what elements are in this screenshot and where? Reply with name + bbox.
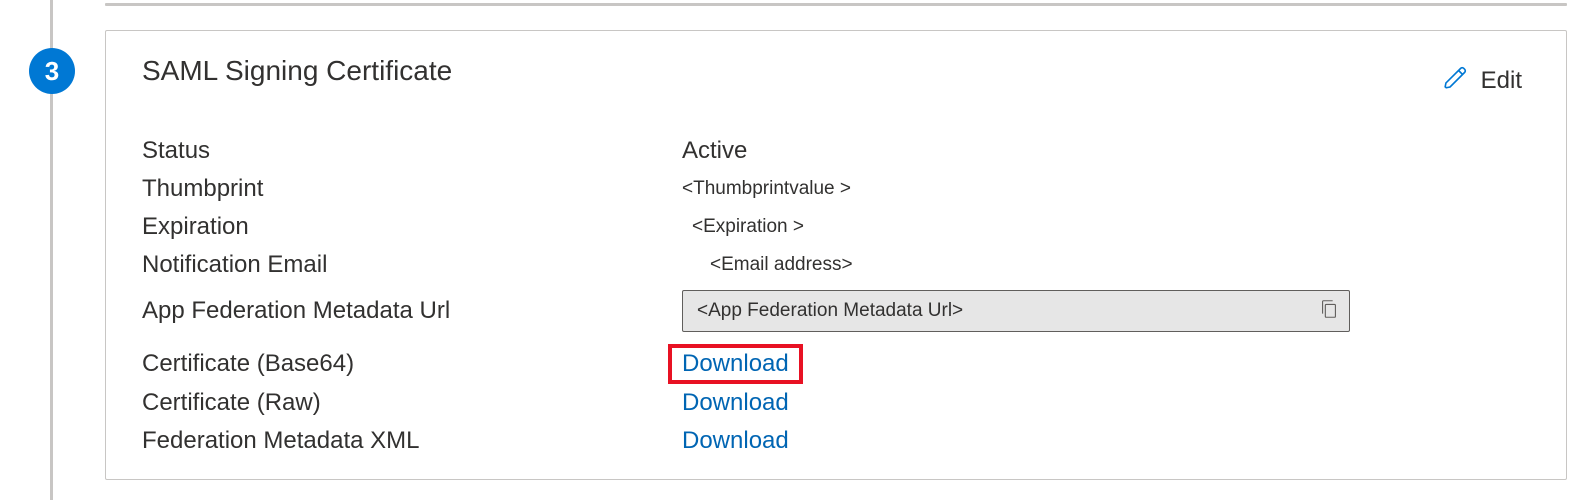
label-expiration: Expiration <box>142 213 682 241</box>
row-thumbprint: Thumbprint <Thumbprintvalue > <box>142 170 1530 208</box>
label-cert-raw: Certificate (Raw) <box>142 389 682 417</box>
row-fed-xml: Federation Metadata XML Download <box>142 422 1530 460</box>
value-status: Active <box>682 137 747 165</box>
label-cert-base64: Certificate (Base64) <box>142 350 682 378</box>
pencil-icon <box>1443 65 1469 96</box>
row-expiration: Expiration <Expiration > <box>142 208 1530 246</box>
copy-button[interactable] <box>1315 297 1343 325</box>
copy-icon <box>1318 298 1340 325</box>
edit-button[interactable]: Edit <box>1443 65 1522 96</box>
label-fed-xml: Federation Metadata XML <box>142 427 682 455</box>
download-cert-base64-link[interactable]: Download <box>668 344 803 384</box>
row-notification-email: Notification Email <Email address> <box>142 246 1530 284</box>
step-badge: 3 <box>29 48 75 94</box>
edit-label: Edit <box>1481 67 1522 95</box>
fields: Status Active Thumbprint <Thumbprintvalu… <box>142 132 1530 460</box>
step-number: 3 <box>45 56 59 87</box>
row-status: Status Active <box>142 132 1530 170</box>
downloads: Certificate (Base64) Download Certificat… <box>142 344 1530 460</box>
row-cert-raw: Certificate (Raw) Download <box>142 384 1530 422</box>
card-title: SAML Signing Certificate <box>142 55 452 87</box>
value-expiration: <Expiration > <box>682 216 804 238</box>
row-cert-base64: Certificate (Base64) Download <box>142 344 1530 384</box>
value-notification-email: <Email address> <box>682 254 853 276</box>
value-thumbprint: <Thumbprintvalue > <box>682 178 851 200</box>
metadata-url-field[interactable]: <App Federation Metadata Url> <box>682 290 1350 332</box>
saml-signing-certificate-card: SAML Signing Certificate Edit Status Act… <box>105 30 1567 480</box>
divider <box>105 3 1567 6</box>
label-notification-email: Notification Email <box>142 251 682 279</box>
download-fed-xml-link[interactable]: Download <box>682 427 789 455</box>
metadata-url-value: <App Federation Metadata Url> <box>697 300 1315 322</box>
label-thumbprint: Thumbprint <box>142 175 682 203</box>
label-metadata-url: App Federation Metadata Url <box>142 297 682 325</box>
label-status: Status <box>142 137 682 165</box>
row-metadata-url: App Federation Metadata Url <App Federat… <box>142 290 1530 332</box>
card-header: SAML Signing Certificate Edit <box>142 55 1530 96</box>
download-cert-raw-link[interactable]: Download <box>682 389 789 417</box>
